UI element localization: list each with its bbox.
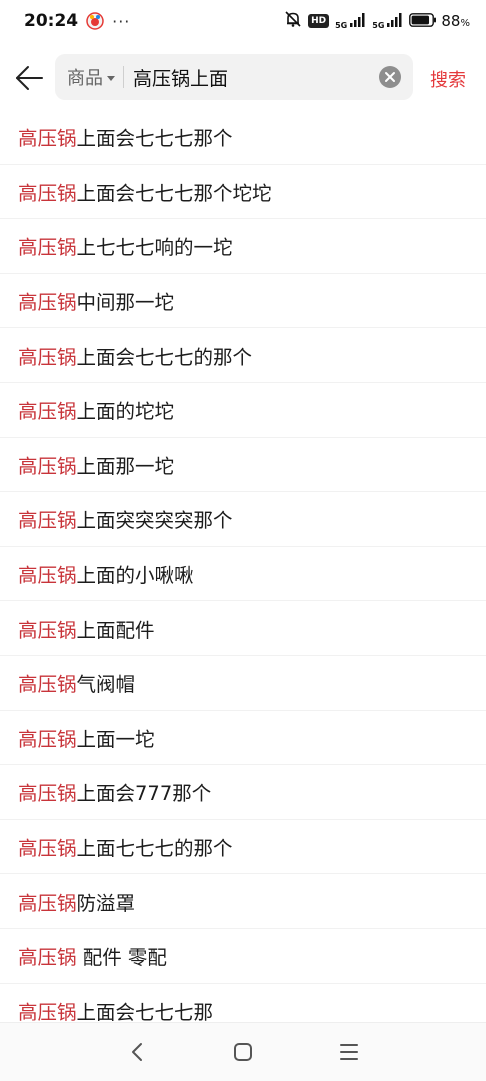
battery-percent-sign: % [460,18,470,29]
suggestion-text: 上面突突突突那个 [76,509,233,533]
suggestion-text: 防溢罩 [76,891,136,915]
search-box: 商品 [55,54,413,100]
suggestion-item[interactable]: 高压锅 上面的坨坨 [0,383,486,438]
suggestion-keyword: 高压锅 [18,181,77,205]
status-indicators: HD 5G 5G 88% [284,10,470,32]
suggestion-keyword: 高压锅 [18,400,77,424]
suggestion-keyword: 高压锅 [18,291,77,315]
suggestion-keyword: 高压锅 [18,782,77,806]
suggestion-text: 上面配件 [76,618,155,642]
status-time: 20:24 [24,11,79,31]
more-notifications-icon: ··· [112,11,131,31]
navigation-bar [0,1022,486,1081]
suggestion-text: 上面的小啾啾 [76,564,194,588]
nav-menu-icon[interactable] [336,1039,362,1065]
network-type-label-2: 5G [372,21,385,30]
suggestion-text: 中间那一坨 [76,291,175,315]
suggestion-keyword: 高压锅 [18,1001,77,1025]
search-scope-label: 商品 [67,68,103,89]
suggestion-item[interactable]: 高压锅 上七七七响的一坨 [0,219,486,274]
suggestion-item[interactable]: 高压锅 气阀帽 [0,656,486,711]
search-divider [123,66,124,88]
suggestion-item[interactable]: 高压锅 上面突突突突那个 [0,492,486,547]
nav-back-icon[interactable] [124,1039,150,1065]
network-type-label: 5G [335,21,348,30]
mute-bell-icon [284,10,302,32]
suggestion-keyword: 高压锅 [18,837,77,861]
search-scope-dropdown[interactable]: 商品 [67,64,115,90]
battery-percent-value: 88 [441,12,461,30]
battery-icon [409,12,437,31]
suggestion-keyword: 高压锅 [18,509,77,533]
suggestion-text: 上面会七七七那 [76,1001,214,1025]
suggestion-item[interactable]: 高压锅 上面会777那个 [0,765,486,820]
suggestion-keyword: 高压锅 [18,891,77,915]
nav-home-icon[interactable] [230,1039,256,1065]
signal-icon-2 [387,12,403,31]
clear-icon[interactable] [379,66,401,88]
app-notification-icon [86,12,104,30]
suggestion-text: 上面会七七七那个坨坨 [76,181,272,205]
battery: 88% [409,12,470,31]
suggestion-keyword: 高压锅 [18,946,77,970]
suggestion-list: 高压锅 上面会七七七那个 高压锅 上面会七七七那个坨坨 高压锅 上七七七响的一坨 高压锅 中间… [0,110,486,1038]
suggestion-keyword: 高压锅 [18,727,77,751]
suggestion-item[interactable]: 高压锅 上面的小啾啾 [0,547,486,602]
suggestion-text: 上七七七响的一坨 [76,236,233,260]
suggestion-keyword: 高压锅 [18,345,77,369]
suggestion-text: 上面那一坨 [76,454,175,478]
signal-icon [350,12,366,31]
suggestion-item[interactable]: 高压锅 上面会七七七那个坨坨 [0,165,486,220]
battery-percent: 88% [441,12,470,30]
suggestion-text: 配件 零配 [76,946,167,970]
suggestion-keyword: 高压锅 [18,454,77,478]
suggestion-keyword: 高压锅 [18,618,77,642]
suggestion-item[interactable]: 高压锅 配件 零配 [0,929,486,984]
status-bar: 20:24 ··· HD 5G 5G 88% [0,0,486,42]
suggestion-item[interactable]: 高压锅 上面七七七的那个 [0,820,486,875]
search-button[interactable]: 搜索 [430,66,466,92]
suggestion-item[interactable]: 高压锅 上面那一坨 [0,438,486,493]
suggestion-item[interactable]: 高压锅 上面会七七七那个 [0,110,486,165]
suggestion-text: 上面的坨坨 [76,400,175,424]
suggestion-text: 上面会777那个 [76,782,212,806]
suggestion-text: 上面会七七七的那个 [76,345,253,369]
suggestion-text: 上面一坨 [76,727,155,751]
suggestion-item[interactable]: 高压锅 上面会七七七的那个 [0,328,486,383]
suggestion-item[interactable]: 高压锅 上面一坨 [0,711,486,766]
suggestion-item[interactable]: 高压锅 上面配件 [0,601,486,656]
back-arrow-icon[interactable] [14,64,44,92]
suggestion-text: 上面会七七七那个 [76,127,233,151]
suggestion-keyword: 高压锅 [18,127,77,151]
suggestion-keyword: 高压锅 [18,564,77,588]
suggestion-text: 气阀帽 [76,673,136,697]
chevron-down-icon [107,75,115,81]
suggestion-item[interactable]: 高压锅 防溢罩 [0,874,486,929]
hd-badge: HD [308,14,330,28]
search-header: 商品 搜索 [0,54,486,102]
suggestion-keyword: 高压锅 [18,673,77,697]
search-input[interactable] [133,66,363,88]
suggestion-item[interactable]: 高压锅 中间那一坨 [0,274,486,329]
suggestion-keyword: 高压锅 [18,236,77,260]
suggestion-text: 上面七七七的那个 [76,837,233,861]
